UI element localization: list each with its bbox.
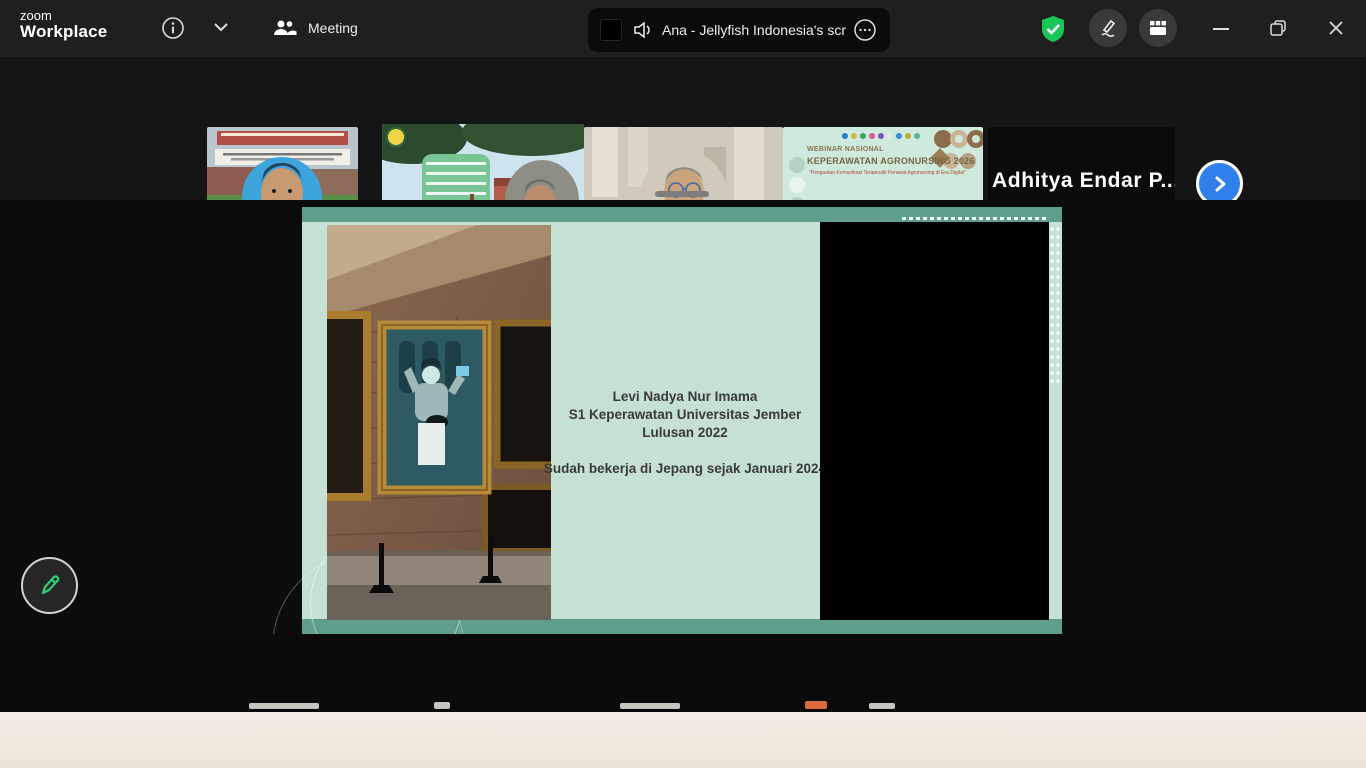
meeting-info-button[interactable] [160, 15, 186, 41]
apps-icon [1147, 17, 1169, 39]
participant-display-name: Adhitya Endar P... [992, 169, 1175, 193]
minimize-button[interactable] [1206, 18, 1236, 40]
audio-playing-icon [632, 20, 654, 40]
tab-meeting[interactable]: Meeting [272, 16, 358, 40]
shared-screen-stage: Levi Nadya Nur Imama S1 Keperawatan Univ… [0, 200, 1366, 634]
poster-subtitle: "Penguatan Komunikasi Terapeutik Perawat… [809, 170, 966, 176]
background-window-fragment [249, 703, 319, 709]
background-window-fragment [805, 701, 827, 709]
background-window-fragment [620, 703, 680, 709]
minimize-icon [1213, 27, 1229, 31]
museum-photo-art [327, 225, 551, 620]
close-button[interactable] [1321, 14, 1351, 42]
tab-meeting-label: Meeting [308, 20, 358, 36]
slide-text-graduation: Lulusan 2022 [542, 424, 828, 442]
filmstrip-resize-handle[interactable] [655, 191, 709, 197]
slide-text-gap [542, 442, 828, 460]
logo-line-zoom: zoom [20, 9, 107, 23]
slide-video-placeholder [820, 222, 1049, 620]
meeting-toolbar: Audio Video 27 P [0, 634, 1366, 712]
logo-line-workplace: Workplace [20, 23, 107, 42]
chevron-down-icon [212, 21, 230, 33]
green-pencil-icon [37, 573, 63, 599]
shield-check-icon [1038, 14, 1068, 44]
tab-shared-screen[interactable]: Ana - Jellyfish Indonesia's scr [588, 8, 890, 52]
slide-text-degree: S1 Keperawatan Universitas Jember [542, 406, 828, 424]
slide-text-block: Levi Nadya Nur Imama S1 Keperawatan Univ… [542, 388, 828, 478]
title-bar: zoom Workplace Meeting [0, 0, 1366, 57]
video-filmstrip: Rokhani [0, 57, 1366, 200]
chevron-right-icon [1210, 174, 1230, 194]
meeting-people-icon [272, 16, 298, 40]
info-icon [160, 15, 186, 41]
pencil-icon [1097, 17, 1119, 39]
slide-text-name: Levi Nadya Nur Imama [542, 388, 828, 406]
tab-shared-screen-label: Ana - Jellyfish Indonesia's scr [662, 22, 846, 38]
slide-dash-decoration [902, 217, 1048, 220]
restore-icon [1269, 19, 1287, 37]
apps-button[interactable] [1139, 9, 1177, 47]
restore-button[interactable] [1263, 14, 1293, 42]
background-window-fragment [869, 703, 895, 709]
close-icon [1328, 20, 1344, 36]
poster-title-line2: KEPERAWATAN AGRONURSING 2026 [807, 156, 974, 166]
poster-title-line1: WEBINAR NASIONAL [807, 146, 884, 153]
share-thumbnail [600, 19, 622, 41]
background-window-fragment [434, 702, 450, 709]
windows-taskbar: Search [0, 712, 1366, 768]
slide-dot-decoration [1049, 225, 1061, 385]
slide-text-work: Sudah bekerja di Jepang sejak Januari 20… [542, 460, 828, 478]
annotate-pen-button[interactable] [1089, 9, 1127, 47]
museum-portrait-photo [327, 225, 551, 620]
view-dropdown-button[interactable] [212, 21, 230, 33]
security-shield-button[interactable] [1038, 14, 1068, 49]
annotation-fab-button[interactable] [21, 557, 78, 614]
zoom-meeting-window: zoom Workplace Meeting [0, 0, 1366, 768]
tab-options-ellipsis-icon[interactable] [852, 17, 878, 43]
presentation-slide: Levi Nadya Nur Imama S1 Keperawatan Univ… [302, 207, 1062, 634]
zoom-workplace-logo: zoom Workplace [20, 9, 107, 42]
